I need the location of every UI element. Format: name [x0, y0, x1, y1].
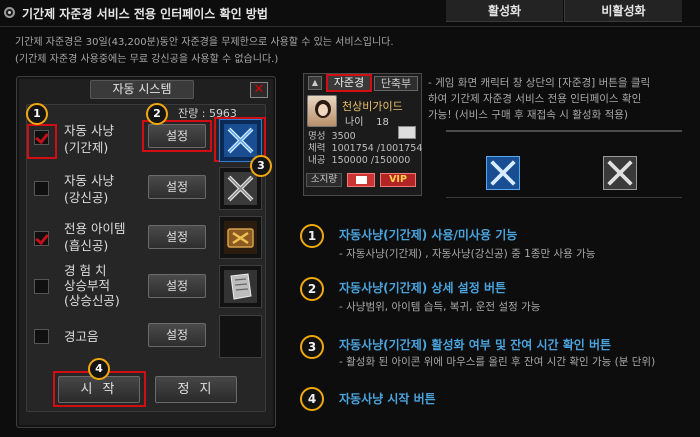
settings-button-alert-sound[interactable]: 설정	[148, 323, 206, 347]
desc-title-4: 자동사냥 시작 버튼	[339, 392, 436, 406]
exclusive-item-slot[interactable]	[219, 216, 262, 259]
desc-title-2: 자동사냥(기간제) 상세 설정 버튼	[339, 281, 507, 295]
row-label-exp-charm: 경 험 치 상승부적 (상승신공)	[64, 263, 120, 308]
inactive-state-icon	[603, 156, 637, 190]
close-icon[interactable]: ✕	[250, 82, 268, 98]
row-label-exclusive-item: 전용 아이템 (흡신공)	[64, 221, 126, 253]
desc-marker-3: 3	[300, 335, 324, 359]
checkbox-auto-hunt-period[interactable]	[34, 130, 49, 145]
settings-button-auto-hunt-gangsin[interactable]: 설정	[148, 175, 206, 199]
mail-icon[interactable]	[347, 173, 375, 187]
desc-marker-4: 4	[300, 387, 324, 411]
intro-line-2: (기간제 자준경 사용중에는 무료 강신공을 사용할 수 없습니다.)	[15, 54, 279, 65]
stop-button[interactable]: 정 지	[155, 376, 237, 403]
vip-badge[interactable]: VIP	[380, 173, 416, 187]
row-label-alert-sound: 경고음	[64, 329, 99, 344]
intro-line-1: 기간제 자준경은 30일(43,200분)동안 자준경을 무제한으로 사용할 수…	[15, 37, 394, 48]
auto-system-title: 자동 시스템	[90, 80, 194, 99]
status-table	[446, 130, 682, 198]
scroll-up-icon[interactable]: ▲	[308, 76, 322, 90]
start-button[interactable]: 시 작	[58, 376, 140, 403]
tab-shortcut[interactable]: 단축부	[374, 76, 418, 91]
marker-1: 1	[26, 103, 48, 125]
table-header-inactive: 비활성화	[564, 0, 682, 22]
page-title: 기간제 자준경 서비스 전용 인터페이스 확인 방법	[22, 7, 268, 21]
character-name: 천상비가이드	[342, 100, 403, 113]
settings-button-exclusive-item[interactable]: 설정	[148, 225, 206, 249]
black-badge-icon	[398, 126, 416, 139]
marker-3: 3	[250, 155, 272, 177]
bag-weight-label: 소지량	[306, 173, 342, 187]
note-line-3: 가능! (서비스 구매 후 재접속 시 활성화 적용)	[428, 109, 628, 121]
exp-charm-slot[interactable]	[219, 265, 262, 308]
character-portrait	[307, 95, 337, 127]
desc-text-1: - 자동사냥(기간제) , 자동사냥(강신공) 중 1종만 사용 가능	[339, 248, 596, 260]
desc-title-3: 자동사냥(기간제) 활성화 여부 및 잔여 시간 확인 버튼	[339, 338, 612, 352]
checkbox-alert-sound[interactable]	[34, 329, 49, 344]
active-state-icon	[486, 156, 520, 190]
alert-sound-slot	[219, 315, 262, 358]
desc-marker-1: 1	[300, 224, 324, 248]
row-label-auto-hunt-period: 자동 사냥 (기간제)	[64, 123, 114, 155]
crossed-swords-gray-icon	[224, 172, 257, 205]
note-line-2: 하여 기간제 자준경 서비스 전용 인터페이스 확인	[428, 93, 642, 105]
note-line-1: - 게임 화면 캐릭터 창 상단의 [자준경] 버튼을 클릭	[428, 77, 651, 89]
checkbox-exp-charm[interactable]	[34, 279, 49, 294]
desc-marker-2: 2	[300, 277, 324, 301]
settings-button-auto-hunt-period[interactable]: 설정	[148, 124, 206, 148]
marker-2: 2	[146, 103, 168, 125]
desc-title-1: 자동사냥(기간제) 사용/미사용 기능	[339, 228, 518, 242]
table-header-active: 활성화	[446, 0, 563, 22]
tab-autojungyeong[interactable]: 자준경	[326, 74, 372, 92]
desc-text-2: - 사냥범위, 아이템 습득, 복귀, 운전 설정 가능	[339, 301, 541, 313]
character-age: 나이 18	[345, 117, 389, 128]
charm-paper-icon	[224, 270, 257, 303]
settings-button-exp-charm[interactable]: 설정	[148, 274, 206, 298]
title-divider	[0, 26, 700, 27]
crossed-swords-active-icon	[224, 124, 257, 157]
checkbox-exclusive-item[interactable]	[34, 231, 49, 246]
title-bullet-icon	[4, 7, 15, 18]
treasure-chest-icon	[224, 221, 257, 254]
desc-text-3: - 활성화 된 아이콘 위에 마우스를 올린 후 잔여 시간 확인 가능 (분 …	[339, 356, 656, 368]
row-label-auto-hunt-gangsin: 자동 사냥 (강신공)	[64, 173, 114, 205]
marker-4: 4	[88, 358, 110, 380]
checkbox-auto-hunt-gangsin[interactable]	[34, 181, 49, 196]
